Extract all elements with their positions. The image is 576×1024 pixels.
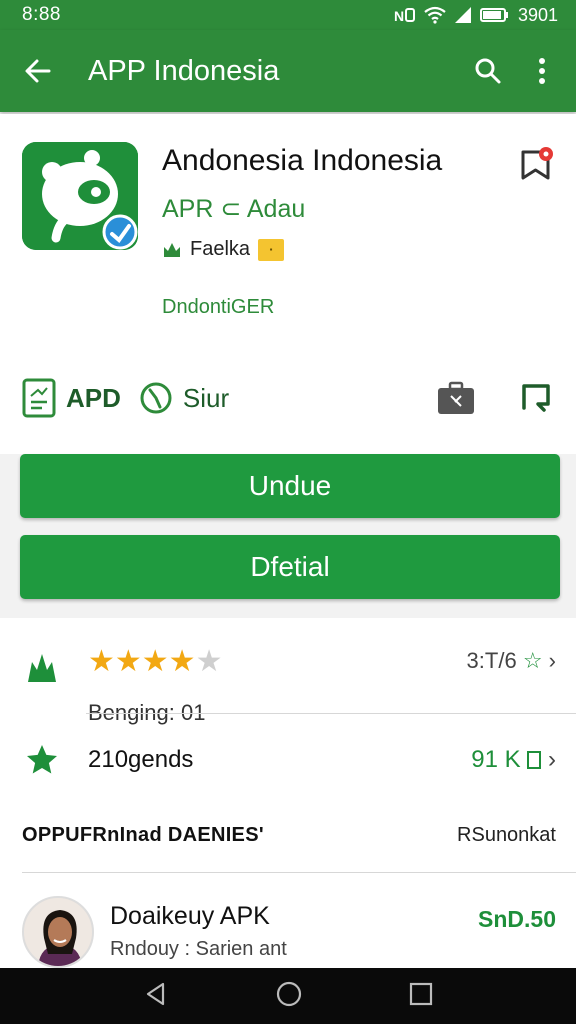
- nfc-icon: N: [394, 8, 415, 24]
- legends-label: 210gends: [88, 746, 194, 773]
- triangle-back-icon: [146, 982, 165, 1005]
- briefcase-button[interactable]: [436, 378, 476, 418]
- battery-icon: [479, 8, 508, 22]
- content-rating-tag: Faelka ▪: [162, 238, 285, 261]
- legends-row[interactable]: 210gends 91 K ›: [22, 736, 556, 786]
- leaf-icon: [28, 654, 56, 682]
- app-name: Andonesia Indonesia: [162, 144, 443, 177]
- divider: [22, 872, 576, 873]
- search-icon: [475, 58, 501, 84]
- size-label: Siur: [182, 382, 230, 413]
- star-rating: ★★★★★: [88, 645, 223, 678]
- overflow-menu-button[interactable]: [522, 51, 562, 91]
- review-item[interactable]: Doaikeuy APK Rndouy : Sarien ant SnD.50: [22, 896, 556, 976]
- back-button[interactable]: [18, 51, 58, 91]
- section-link[interactable]: RSunonkat: [457, 824, 556, 854]
- section-header: OPPUFRnInad DAENIES' RSunonkat: [22, 824, 556, 854]
- square-recents-icon: [409, 982, 433, 1005]
- nav-back-button[interactable]: [143, 981, 169, 1012]
- tag-label: Faelka: [190, 238, 251, 260]
- badge-icon: ▪: [258, 238, 285, 261]
- status-icons: N 3901: [394, 5, 558, 26]
- system-nav-bar: [0, 968, 576, 1024]
- app-details-card: Andonesia Indonesia APR ⊂ Adau Faelka ▪ …: [0, 114, 576, 454]
- reviewer-subtitle: Rndouy : Sarien ant: [110, 938, 287, 960]
- nav-home-button[interactable]: [275, 980, 303, 1013]
- chevron-right-icon: ›: [548, 648, 556, 673]
- status-battery-text: 3901: [517, 4, 558, 25]
- more-vert-icon: [539, 58, 545, 84]
- chevron-right-icon: ›: [548, 746, 556, 773]
- app-logo-icon: [22, 142, 138, 250]
- developer-link[interactable]: APR ⊂ Adau: [162, 194, 305, 224]
- signal-icon: [454, 7, 471, 23]
- status-bar: 8:88 N 3901: [0, 0, 576, 30]
- square-icon: [527, 751, 542, 769]
- app-subtitle: DndontiGER: [162, 296, 275, 318]
- star-icon: [27, 745, 57, 774]
- circle-home-icon: [276, 981, 302, 1006]
- details-button[interactable]: Dfetial: [20, 535, 560, 599]
- svg-text:N: N: [394, 8, 404, 24]
- wifi-icon: [424, 6, 446, 24]
- download-button[interactable]: Undue: [20, 454, 560, 518]
- briefcase-icon: [438, 381, 474, 414]
- rating-value: 3:T/6 ☆ ›: [466, 648, 556, 673]
- wishlist-button[interactable]: [520, 146, 554, 182]
- status-time: 8:88: [22, 4, 61, 25]
- meta-row: APD Siur: [22, 376, 556, 420]
- crown-icon: [164, 242, 180, 257]
- apk-info[interactable]: APD: [22, 378, 121, 418]
- app-bar: APP Indonesia: [0, 30, 576, 112]
- clock-icon: [140, 382, 172, 414]
- divider: [86, 713, 576, 714]
- info-card: ★★★★★ 3:T/6 ☆ › Benging: 01 210gends 91 …: [0, 618, 576, 968]
- document-icon: [22, 378, 56, 418]
- flag-icon: [522, 384, 550, 412]
- section-title: OPPUFRnInad DAENIES': [22, 824, 264, 846]
- size-info[interactable]: Siur: [139, 381, 229, 415]
- nav-recents-button[interactable]: [409, 982, 433, 1011]
- share-button[interactable]: [516, 378, 556, 418]
- app-bar-title: APP Indonesia: [88, 54, 280, 87]
- bookmark-icon: [521, 147, 553, 180]
- apk-label: APD: [66, 382, 121, 413]
- arrow-left-icon: [25, 59, 51, 83]
- star-outline-icon: ☆: [522, 648, 543, 673]
- review-price: SnD.50: [478, 906, 556, 932]
- avatar: [22, 896, 94, 968]
- legends-value: 91 K ›: [471, 746, 556, 773]
- search-button[interactable]: [468, 51, 508, 91]
- reviewer-name: Doaikeuy APK: [110, 902, 270, 930]
